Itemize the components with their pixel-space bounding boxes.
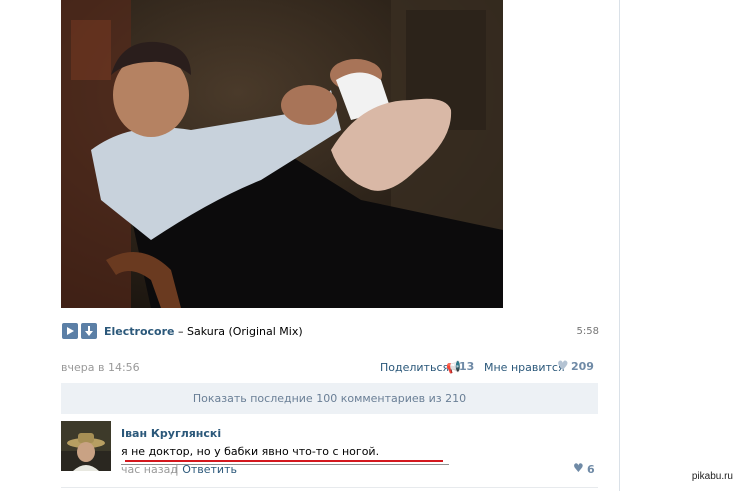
like-button[interactable]: Мне нравится <box>484 361 565 374</box>
audio-track: Electrocore – Sakura (Original Mix) 5:58 <box>61 322 599 342</box>
show-comments-button[interactable]: Показать последние 100 комментариев из 2… <box>61 383 598 414</box>
share-count: 13 <box>459 360 475 373</box>
comment-item: Іван Круглянскі я не доктор, но у бабки … <box>61 421 598 477</box>
comment-time[interactable]: час назад <box>121 463 178 476</box>
page-divider <box>619 0 620 491</box>
reply-button[interactable]: Ответить <box>182 463 237 476</box>
post-meta: вчера в 14:56 Поделиться 📢 13 Мне нравит… <box>61 359 599 375</box>
audio-artist[interactable]: Electrocore <box>104 325 174 338</box>
audio-separator: – <box>174 325 187 338</box>
post-photo-image <box>61 0 503 308</box>
highlight-underline <box>125 460 443 462</box>
like-count: 209 <box>571 360 594 373</box>
heart-icon[interactable]: ♥ <box>557 359 569 374</box>
divider <box>61 487 598 488</box>
comment-reply-group: | Ответить <box>175 463 237 476</box>
comment-author[interactable]: Іван Круглянскі <box>121 427 221 440</box>
share-button[interactable]: Поделиться <box>380 361 449 374</box>
avatar-image <box>61 421 111 471</box>
audio-duration: 5:58 <box>576 326 599 337</box>
avatar[interactable] <box>61 421 111 471</box>
add-down-arrow-icon <box>85 326 93 336</box>
watermark: pikabu.ru <box>691 471 733 482</box>
audio-track-name: Sakura (Original Mix) <box>186 325 303 338</box>
heart-icon[interactable]: ♥ <box>573 461 584 475</box>
post-date[interactable]: вчера в 14:56 <box>61 361 140 374</box>
post-photo[interactable] <box>61 0 503 308</box>
play-icon <box>67 327 74 335</box>
comment-text: я не доктор, но у бабки явно что-то с но… <box>121 445 380 458</box>
comment-like-count: 6 <box>587 463 595 476</box>
add-audio-button[interactable] <box>81 323 97 339</box>
audio-title: Electrocore – Sakura (Original Mix) <box>104 325 303 338</box>
play-button[interactable] <box>62 323 78 339</box>
